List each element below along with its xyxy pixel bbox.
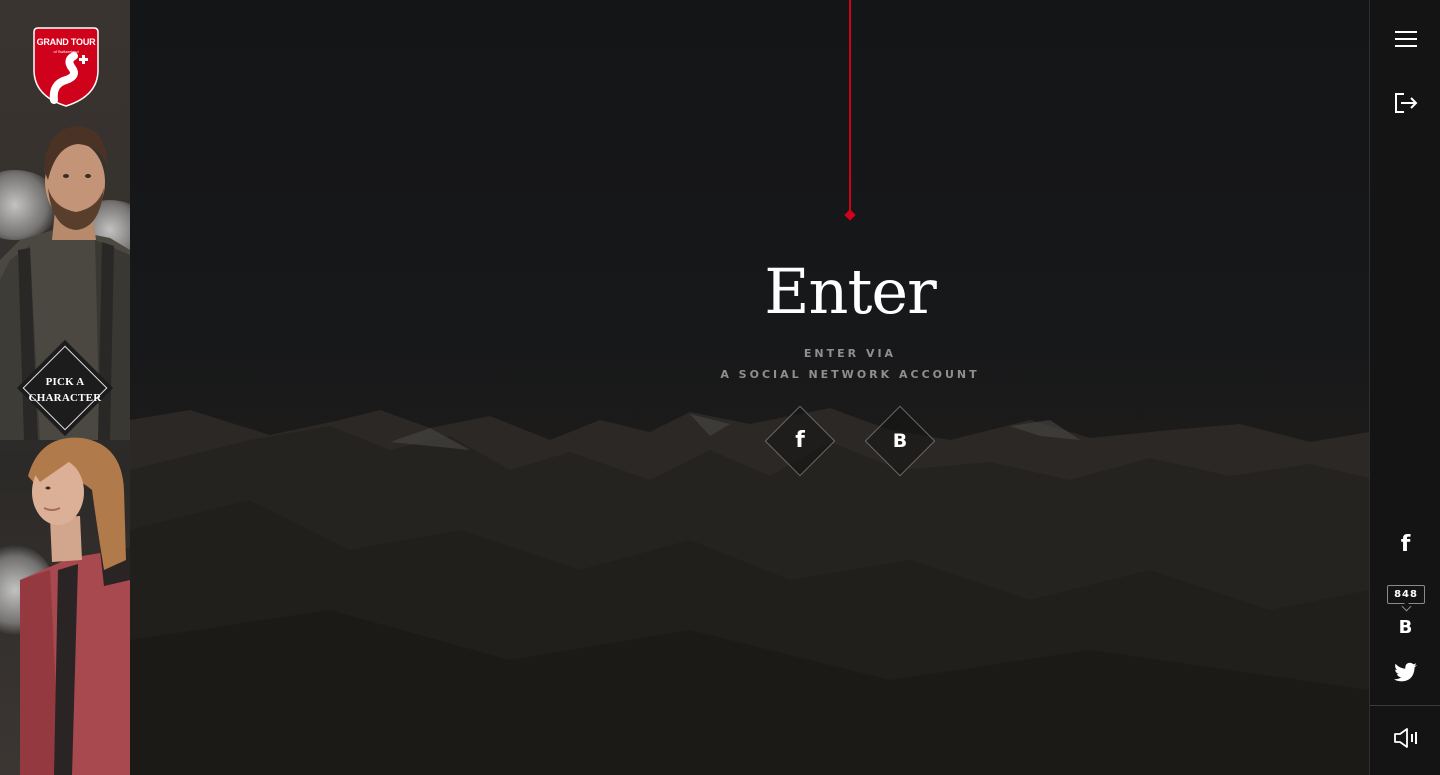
character-strip: GRAND TOUR of Switzerland PICK A CHARACTE… xyxy=(0,0,130,775)
pick-character-button[interactable]: PICK A CHARACTER xyxy=(14,338,116,438)
vk-icon: B xyxy=(892,430,908,452)
pick-character-label: PICK A CHARACTER xyxy=(28,376,102,404)
twitter-icon[interactable] xyxy=(1394,661,1418,683)
vk-share-icon[interactable]: B xyxy=(1370,615,1440,641)
main-hero: Enter ENTER VIA A SOCIAL NETWORK ACCOUNT… xyxy=(130,0,1369,775)
vk-share-count: 848 xyxy=(1387,585,1425,604)
vk-login-button[interactable]: B xyxy=(864,405,936,477)
logo-subtitle: of Switzerland xyxy=(53,49,79,54)
speaker-icon[interactable] xyxy=(1390,724,1422,752)
page-subtitle-line2: A SOCIAL NETWORK ACCOUNT xyxy=(720,368,980,381)
right-rail: f 848 B xyxy=(1369,0,1440,775)
red-diamond-marker xyxy=(844,209,856,221)
page-subtitle-line1: ENTER VIA xyxy=(803,347,897,360)
mountain-background xyxy=(130,408,1369,775)
facebook-login-button[interactable]: f xyxy=(764,405,836,477)
page-title: Enter xyxy=(764,255,936,328)
logout-icon[interactable] xyxy=(1390,89,1422,117)
red-vertical-line xyxy=(849,0,851,213)
facebook-icon: f xyxy=(795,428,805,453)
grand-tour-logo[interactable]: GRAND TOUR of Switzerland xyxy=(32,26,100,108)
logo-title: GRAND TOUR xyxy=(36,37,96,47)
facebook-share-icon[interactable]: f xyxy=(1370,531,1440,559)
female-hiker-character[interactable] xyxy=(0,430,130,775)
hamburger-menu-icon[interactable] xyxy=(1390,25,1422,53)
rail-divider xyxy=(1370,705,1440,706)
